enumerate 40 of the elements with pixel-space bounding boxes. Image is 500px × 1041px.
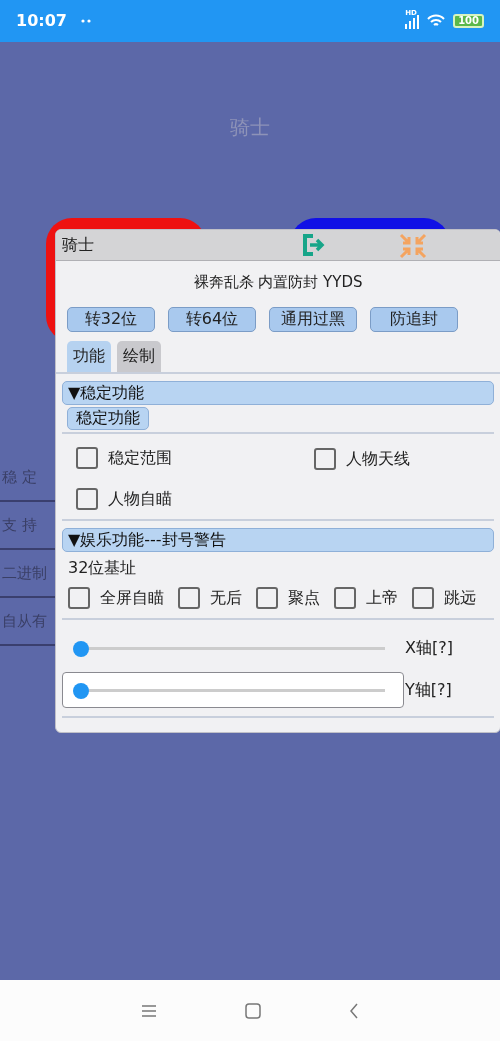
battery-icon: 100 xyxy=(453,14,484,28)
toolbar-button[interactable]: 防追封 xyxy=(370,306,458,332)
slider-label: X轴[?] xyxy=(405,637,453,659)
window-title: 骑士 xyxy=(62,234,94,256)
wifi-icon xyxy=(427,14,446,28)
status-time: 10:07 xyxy=(16,10,67,32)
checkbox[interactable] xyxy=(76,488,98,510)
toolbar-button[interactable]: 转32位 xyxy=(67,306,155,332)
back-icon[interactable] xyxy=(349,1002,359,1019)
home-icon[interactable] xyxy=(245,1002,261,1019)
slider-thumb[interactable] xyxy=(73,683,89,699)
section-label: 32位基址 xyxy=(68,557,138,579)
section-button[interactable]: 稳定功能 xyxy=(67,406,149,430)
slider[interactable] xyxy=(62,672,404,708)
slider-thumb[interactable] xyxy=(73,641,89,657)
checkbox-label: 跳远 xyxy=(444,587,476,609)
toolbar-button[interactable]: 转64位 xyxy=(168,306,256,332)
checkbox[interactable] xyxy=(256,587,278,609)
checkbox-label: 聚点 xyxy=(288,587,320,609)
checkbox-label: 无后 xyxy=(210,587,242,609)
checkbox-label: 上帝 xyxy=(366,587,398,609)
checkbox-label: 人物天线 xyxy=(346,448,410,470)
checkbox-label: 人物自瞄 xyxy=(108,488,172,510)
section-header[interactable]: ▼娱乐功能---封号警告 xyxy=(62,528,494,552)
checkbox[interactable] xyxy=(334,587,356,609)
checkbox[interactable] xyxy=(178,587,200,609)
checkbox[interactable] xyxy=(314,448,336,470)
menu-icon[interactable] xyxy=(141,1003,157,1018)
checkbox-label: 全屏自瞄 xyxy=(100,587,164,609)
slider-label: Y轴[?] xyxy=(405,679,452,701)
tab[interactable]: 功能 xyxy=(67,340,111,372)
toolbar-button[interactable]: 通用过黑 xyxy=(269,306,357,332)
notification-dots-icon xyxy=(80,19,91,23)
checkbox[interactable] xyxy=(68,587,90,609)
tab[interactable]: 绘制 xyxy=(117,340,161,372)
section-header[interactable]: ▼稳定功能 xyxy=(62,380,494,405)
checkbox[interactable] xyxy=(412,587,434,609)
checkbox-label: 稳定范围 xyxy=(108,446,172,469)
checkbox[interactable] xyxy=(76,446,98,469)
window-subtitle: 裸奔乱杀 内置防封 YYDS xyxy=(192,272,364,293)
